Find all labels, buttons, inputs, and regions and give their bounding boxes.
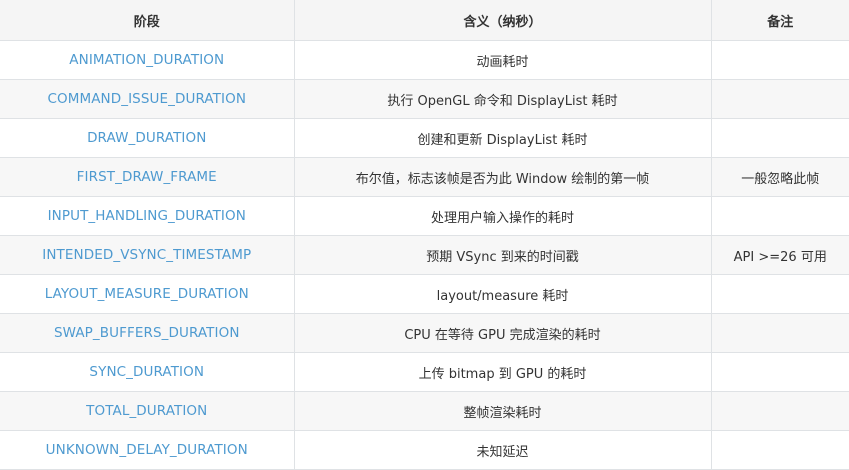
table-row: UNKNOWN_DELAY_DURATION 未知延迟	[0, 430, 849, 470]
header-meaning: 含义（纳秒）	[293, 0, 712, 41]
table-row: INTENDED_VSYNC_TIMESTAMP 预期 VSync 到来的时间戳…	[0, 235, 849, 275]
table-row: LAYOUT_MEASURE_DURATION layout/measure 耗…	[0, 274, 849, 314]
table-row: COMMAND_ISSUE_DURATION 执行 OpenGL 命令和 Dis…	[0, 79, 849, 119]
table-row: SWAP_BUFFERS_DURATION CPU 在等待 GPU 完成渲染的耗…	[0, 313, 849, 353]
meaning-cell: 创建和更新 DisplayList 耗时	[293, 118, 712, 158]
note-cell	[710, 118, 849, 158]
note-cell	[710, 40, 849, 80]
phase-cell: COMMAND_ISSUE_DURATION	[0, 79, 295, 119]
note-cell	[710, 196, 849, 236]
table-row: DRAW_DURATION 创建和更新 DisplayList 耗时	[0, 118, 849, 158]
table-body: ANIMATION_DURATION 动画耗时 COMMAND_ISSUE_DU…	[0, 40, 849, 470]
phase-cell: INTENDED_VSYNC_TIMESTAMP	[0, 235, 295, 275]
table-header: 阶段 含义（纳秒） 备注	[0, 0, 849, 41]
note-cell	[710, 352, 849, 392]
phase-cell: ANIMATION_DURATION	[0, 40, 295, 80]
phase-cell: DRAW_DURATION	[0, 118, 295, 158]
note-cell	[710, 274, 849, 314]
meaning-cell: 布尔值，标志该帧是否为此 Window 绘制的第一帧	[293, 157, 712, 197]
meaning-cell: 整帧渲染耗时	[293, 391, 712, 431]
meaning-cell: layout/measure 耗时	[293, 274, 712, 314]
meaning-cell: 预期 VSync 到来的时间戳	[293, 235, 712, 275]
meaning-cell: 上传 bitmap 到 GPU 的耗时	[293, 352, 712, 392]
phase-cell: SYNC_DURATION	[0, 352, 295, 392]
note-cell: API >=26 可用	[710, 235, 849, 275]
note-cell	[710, 430, 849, 470]
table-row: ANIMATION_DURATION 动画耗时	[0, 40, 849, 80]
phase-cell: INPUT_HANDLING_DURATION	[0, 196, 295, 236]
header-note: 备注	[710, 0, 849, 41]
header-phase: 阶段	[0, 0, 295, 41]
phase-cell: TOTAL_DURATION	[0, 391, 295, 431]
frame-metrics-table: 阶段 含义（纳秒） 备注 ANIMATION_DURATION 动画耗时 COM…	[0, 0, 849, 470]
phase-cell: SWAP_BUFFERS_DURATION	[0, 313, 295, 353]
note-cell: 一般忽略此帧	[710, 157, 849, 197]
table-row: FIRST_DRAW_FRAME 布尔值，标志该帧是否为此 Window 绘制的…	[0, 157, 849, 197]
phase-cell: UNKNOWN_DELAY_DURATION	[0, 430, 295, 470]
meaning-cell: 动画耗时	[293, 40, 712, 80]
phase-cell: LAYOUT_MEASURE_DURATION	[0, 274, 295, 314]
note-cell	[710, 391, 849, 431]
header-row: 阶段 含义（纳秒） 备注	[0, 0, 849, 41]
phase-cell: FIRST_DRAW_FRAME	[0, 157, 295, 197]
table-row: SYNC_DURATION 上传 bitmap 到 GPU 的耗时	[0, 352, 849, 392]
meaning-cell: 处理用户输入操作的耗时	[293, 196, 712, 236]
meaning-cell: 未知延迟	[293, 430, 712, 470]
note-cell	[710, 79, 849, 119]
note-cell	[710, 313, 849, 353]
table-row: TOTAL_DURATION 整帧渲染耗时	[0, 391, 849, 431]
meaning-cell: CPU 在等待 GPU 完成渲染的耗时	[293, 313, 712, 353]
meaning-cell: 执行 OpenGL 命令和 DisplayList 耗时	[293, 79, 712, 119]
table-row: INPUT_HANDLING_DURATION 处理用户输入操作的耗时	[0, 196, 849, 236]
